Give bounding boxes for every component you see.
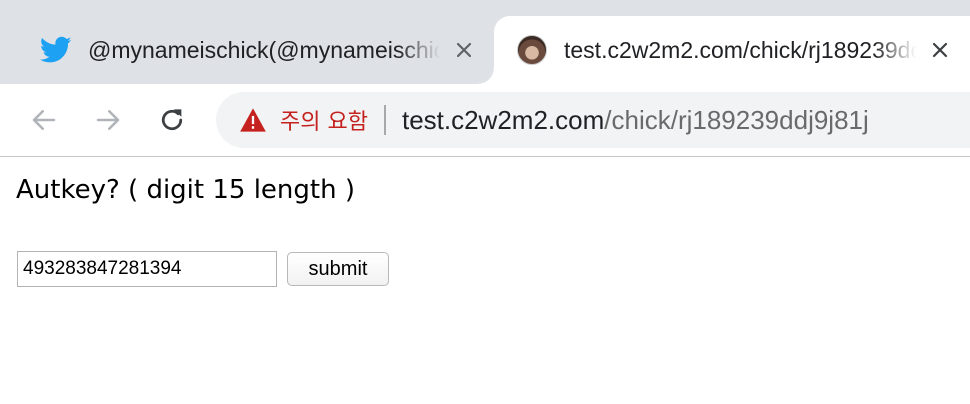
page-content: Autkey? ( digit 15 length ) submit: [0, 157, 970, 404]
warning-triangle-icon[interactable]: [238, 105, 268, 135]
submit-button[interactable]: submit: [287, 252, 389, 286]
tab-title: @mynameischick(@mynameischick): [88, 36, 440, 63]
tab-strip: @mynameischick(@mynameischick) test.c2w2…: [0, 0, 970, 84]
omnibox-divider: [383, 105, 386, 135]
browser-toolbar: 주의 요함 test.c2w2m2.com/chick/rj189239ddj9…: [0, 84, 970, 157]
url-path: /chick/rj189239ddj9j81j: [604, 104, 869, 135]
auth-key-input[interactable]: [17, 251, 277, 287]
close-icon[interactable]: [926, 36, 954, 64]
forward-arrow-icon[interactable]: [90, 102, 126, 138]
address-bar[interactable]: 주의 요함 test.c2w2m2.com/chick/rj189239ddj9…: [216, 92, 970, 148]
close-icon[interactable]: [450, 36, 478, 64]
url-host: test.c2w2m2.com: [401, 104, 605, 135]
twitter-bird-icon: [40, 34, 72, 66]
security-warning-label[interactable]: 주의 요함: [280, 104, 368, 136]
url-text[interactable]: test.c2w2m2.com/chick/rj189239ddj9j81j: [402, 105, 869, 136]
avatar-favicon-icon: [516, 34, 548, 66]
reload-icon[interactable]: [154, 102, 190, 138]
tab-active-page[interactable]: test.c2w2m2.com/chick/rj189239ddj9j81j: [478, 16, 970, 84]
tab-title: test.c2w2m2.com/chick/rj189239ddj9j81j: [564, 36, 916, 63]
tab-twitter[interactable]: @mynameischick(@mynameischick): [0, 16, 494, 84]
back-arrow-icon[interactable]: [26, 102, 62, 138]
auth-key-prompt: Autkey? ( digit 15 length ): [16, 175, 355, 205]
